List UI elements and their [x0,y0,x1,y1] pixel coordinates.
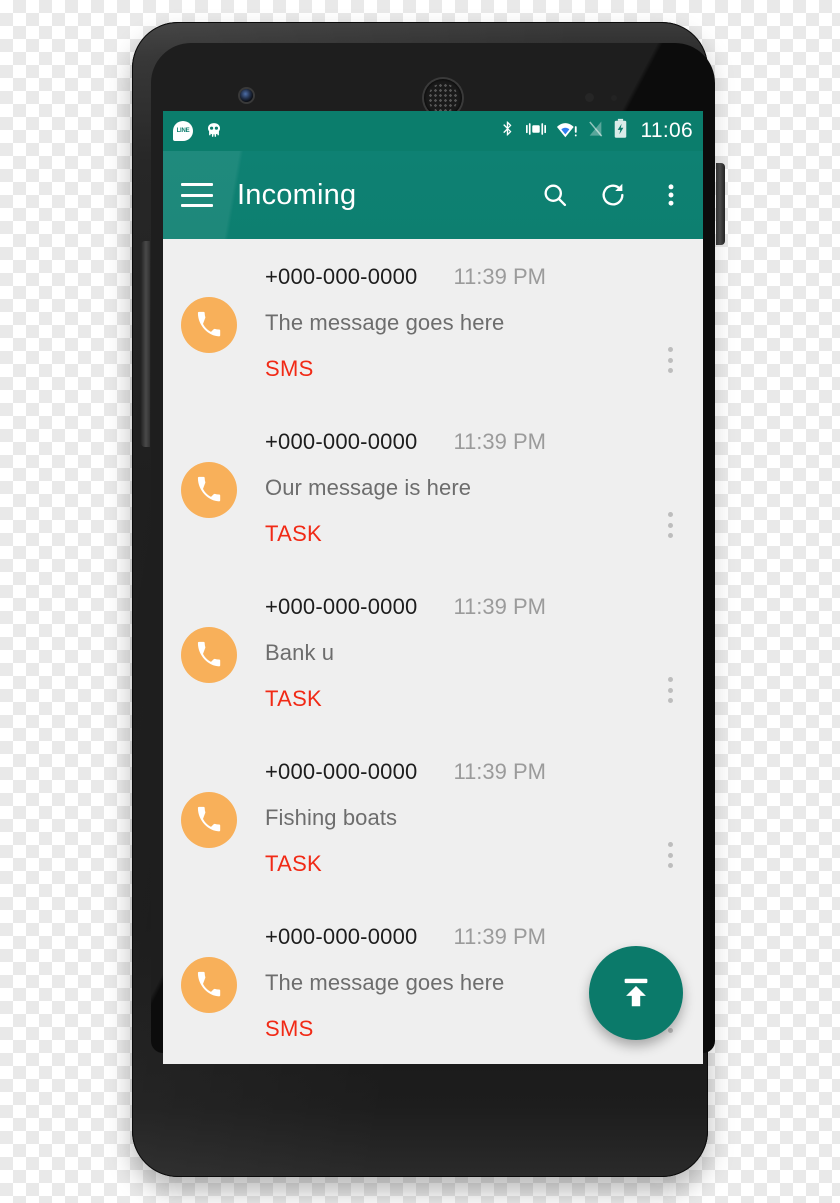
timestamp: 11:39 PM [453,264,547,289]
phone-handset-icon [197,476,221,502]
app-toolbar: Incoming [163,151,703,239]
signal-off-icon [587,119,604,144]
avatar [181,627,237,683]
cyanogenmod-icon [204,121,224,141]
timestamp: 11:39 PM [453,924,547,949]
upload-arrow-icon [624,978,648,1007]
wifi-alert-icon [556,119,578,144]
status-badge: TASK [265,851,323,876]
status-bar-notifications: LINE [173,121,224,141]
phone-handset-icon [197,806,221,832]
status-badge: SMS [265,356,314,381]
overflow-menu-icon[interactable] [657,181,685,209]
phone-handset-icon [197,971,221,997]
row-header: +000-000-0000 11:39 PM [265,429,651,455]
phone-screen: LINE 11:06 Incoming +000-000-0000 11:39 … [163,111,703,1064]
row-overflow-icon[interactable] [657,842,683,868]
avatar [181,957,237,1013]
status-badge: TASK [265,521,323,546]
status-badge: SMS [265,1016,314,1041]
light-sensor-icon [611,95,617,101]
toolbar-actions [541,181,685,209]
row-overflow-icon[interactable] [657,677,683,703]
vibrate-icon [525,119,547,144]
device-body: LINE 11:06 Incoming +000-000-0000 11:39 … [132,22,725,1177]
row-header: +000-000-0000 11:39 PM [265,264,651,290]
phone-number: +000-000-0000 [265,759,418,784]
refresh-icon[interactable] [599,181,627,209]
row-header: +000-000-0000 11:39 PM [265,924,651,950]
phone-handset-icon [197,311,221,337]
avatar [181,462,237,518]
message-preview: Bank u [265,640,335,665]
row-content: +000-000-0000 11:39 PM Our message is he… [265,426,651,547]
timestamp: 11:39 PM [453,429,547,454]
phone-device: LINE 11:06 Incoming +000-000-0000 11:39 … [120,8,725,1188]
phone-number: +000-000-0000 [265,924,418,949]
status-bar-clock: 11:06 [640,119,693,142]
phone-handset-icon [197,641,221,667]
message-preview: Our message is here [265,475,472,500]
hamburger-menu-icon[interactable] [181,183,213,207]
row-content: +000-000-0000 11:39 PM Bank u TASK [265,591,651,712]
avatar [181,792,237,848]
row-header: +000-000-0000 11:39 PM [265,594,651,620]
phone-number: +000-000-0000 [265,429,418,454]
phone-number: +000-000-0000 [265,594,418,619]
line-app-label: LINE [176,128,190,134]
message-list[interactable]: +000-000-0000 11:39 PM The message goes … [163,239,703,1064]
battery-charging-icon [613,118,628,144]
table-row[interactable]: +000-000-0000 11:39 PM Our message is he… [163,404,703,569]
timestamp: 11:39 PM [453,759,547,784]
front-camera-icon [240,89,253,102]
phone-number: +000-000-0000 [265,264,418,289]
row-content: +000-000-0000 11:39 PM The message goes … [265,261,651,382]
table-row[interactable]: +000-000-0000 11:39 PM Fishing boats TAS… [163,734,703,899]
status-badge: TASK [265,686,323,711]
table-row[interactable]: +000-000-0000 11:39 PM Bank u TASK [163,569,703,734]
timestamp: 11:39 PM [453,594,547,619]
status-bar: LINE 11:06 [163,111,703,151]
row-header: +000-000-0000 11:39 PM [265,759,651,785]
power-button[interactable] [716,163,725,245]
row-overflow-icon[interactable] [657,512,683,538]
volume-rocker-button[interactable] [141,241,150,447]
proximity-sensor-icon [585,93,594,102]
page-title: Incoming [237,178,357,211]
bluetooth-icon [499,118,516,144]
table-row[interactable]: +000-000-0000 11:39 PM The message goes … [163,239,703,404]
avatar [181,297,237,353]
message-preview: Fishing boats [265,805,398,830]
search-icon[interactable] [541,181,569,209]
message-preview: The message goes here [265,310,505,335]
line-app-icon: LINE [173,121,193,141]
status-bar-system-icons: 11:06 [499,118,694,144]
upload-fab[interactable] [589,946,683,1040]
row-overflow-icon[interactable] [657,347,683,373]
row-content: +000-000-0000 11:39 PM Fishing boats TAS… [265,756,651,877]
